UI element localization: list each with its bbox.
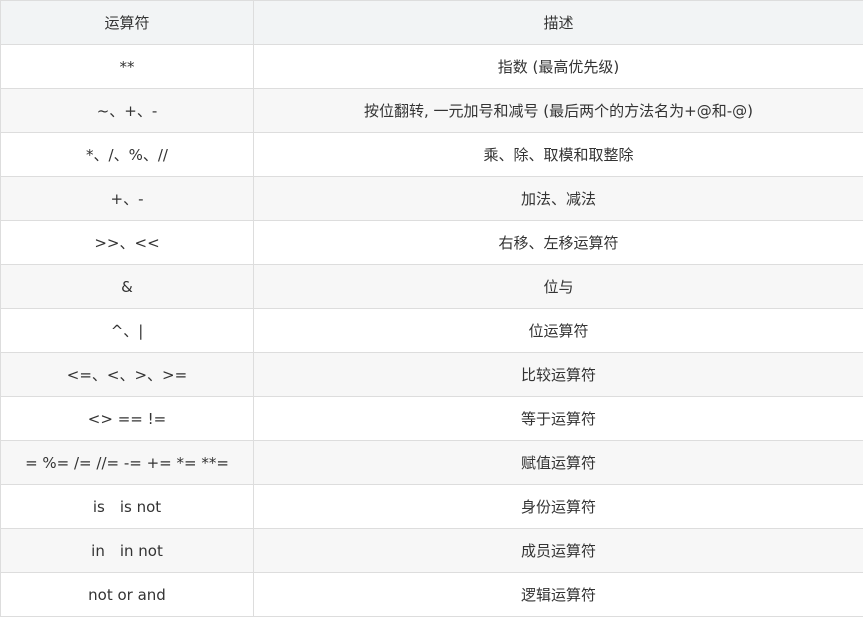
description-cell: 比较运算符 bbox=[254, 353, 863, 397]
table-row: = %= /= //= -= += *= **= 赋值运算符 bbox=[1, 441, 863, 485]
operator-cell: = %= /= //= -= += *= **= bbox=[1, 441, 254, 485]
operator-precedence-table: 运算符 描述 ** 指数 (最高优先级) ~、+、- 按位翻转, 一元加号和减号… bbox=[0, 0, 863, 617]
table-row: <=、<、>、>= 比较运算符 bbox=[1, 353, 863, 397]
operator-cell: & bbox=[1, 265, 254, 309]
header-operator: 运算符 bbox=[1, 1, 254, 45]
table-row: & 位与 bbox=[1, 265, 863, 309]
table-row: *、/、%、// 乘、除、取模和取整除 bbox=[1, 133, 863, 177]
table-row: not or and 逻辑运算符 bbox=[1, 573, 863, 617]
operator-cell: ~、+、- bbox=[1, 89, 254, 133]
table-header: 运算符 描述 bbox=[1, 1, 863, 45]
description-cell: 身份运算符 bbox=[254, 485, 863, 529]
operator-cell: not or and bbox=[1, 573, 254, 617]
operator-cell: +、- bbox=[1, 177, 254, 221]
operator-cell: <> == != bbox=[1, 397, 254, 441]
operator-cell: *、/、%、// bbox=[1, 133, 254, 177]
table-body: ** 指数 (最高优先级) ~、+、- 按位翻转, 一元加号和减号 (最后两个的… bbox=[1, 45, 863, 617]
operator-cell: ^、| bbox=[1, 309, 254, 353]
operator-cell: <=、<、>、>= bbox=[1, 353, 254, 397]
description-cell: 右移、左移运算符 bbox=[254, 221, 863, 265]
header-row: 运算符 描述 bbox=[1, 1, 863, 45]
description-cell: 乘、除、取模和取整除 bbox=[254, 133, 863, 177]
table-row: in in not 成员运算符 bbox=[1, 529, 863, 573]
description-cell: 按位翻转, 一元加号和减号 (最后两个的方法名为+@和-@) bbox=[254, 89, 863, 133]
description-cell: 指数 (最高优先级) bbox=[254, 45, 863, 89]
table-row: ** 指数 (最高优先级) bbox=[1, 45, 863, 89]
operator-cell: ** bbox=[1, 45, 254, 89]
table-row: ~、+、- 按位翻转, 一元加号和减号 (最后两个的方法名为+@和-@) bbox=[1, 89, 863, 133]
table-row: <> == != 等于运算符 bbox=[1, 397, 863, 441]
table-row: >>、<< 右移、左移运算符 bbox=[1, 221, 863, 265]
description-cell: 位运算符 bbox=[254, 309, 863, 353]
header-description: 描述 bbox=[254, 1, 863, 45]
table-row: +、- 加法、减法 bbox=[1, 177, 863, 221]
description-cell: 加法、减法 bbox=[254, 177, 863, 221]
table-row: ^、| 位运算符 bbox=[1, 309, 863, 353]
operator-cell: >>、<< bbox=[1, 221, 254, 265]
description-cell: 逻辑运算符 bbox=[254, 573, 863, 617]
operator-cell: is is not bbox=[1, 485, 254, 529]
operator-cell: in in not bbox=[1, 529, 254, 573]
table-row: is is not 身份运算符 bbox=[1, 485, 863, 529]
description-cell: 赋值运算符 bbox=[254, 441, 863, 485]
description-cell: 成员运算符 bbox=[254, 529, 863, 573]
description-cell: 等于运算符 bbox=[254, 397, 863, 441]
description-cell: 位与 bbox=[254, 265, 863, 309]
